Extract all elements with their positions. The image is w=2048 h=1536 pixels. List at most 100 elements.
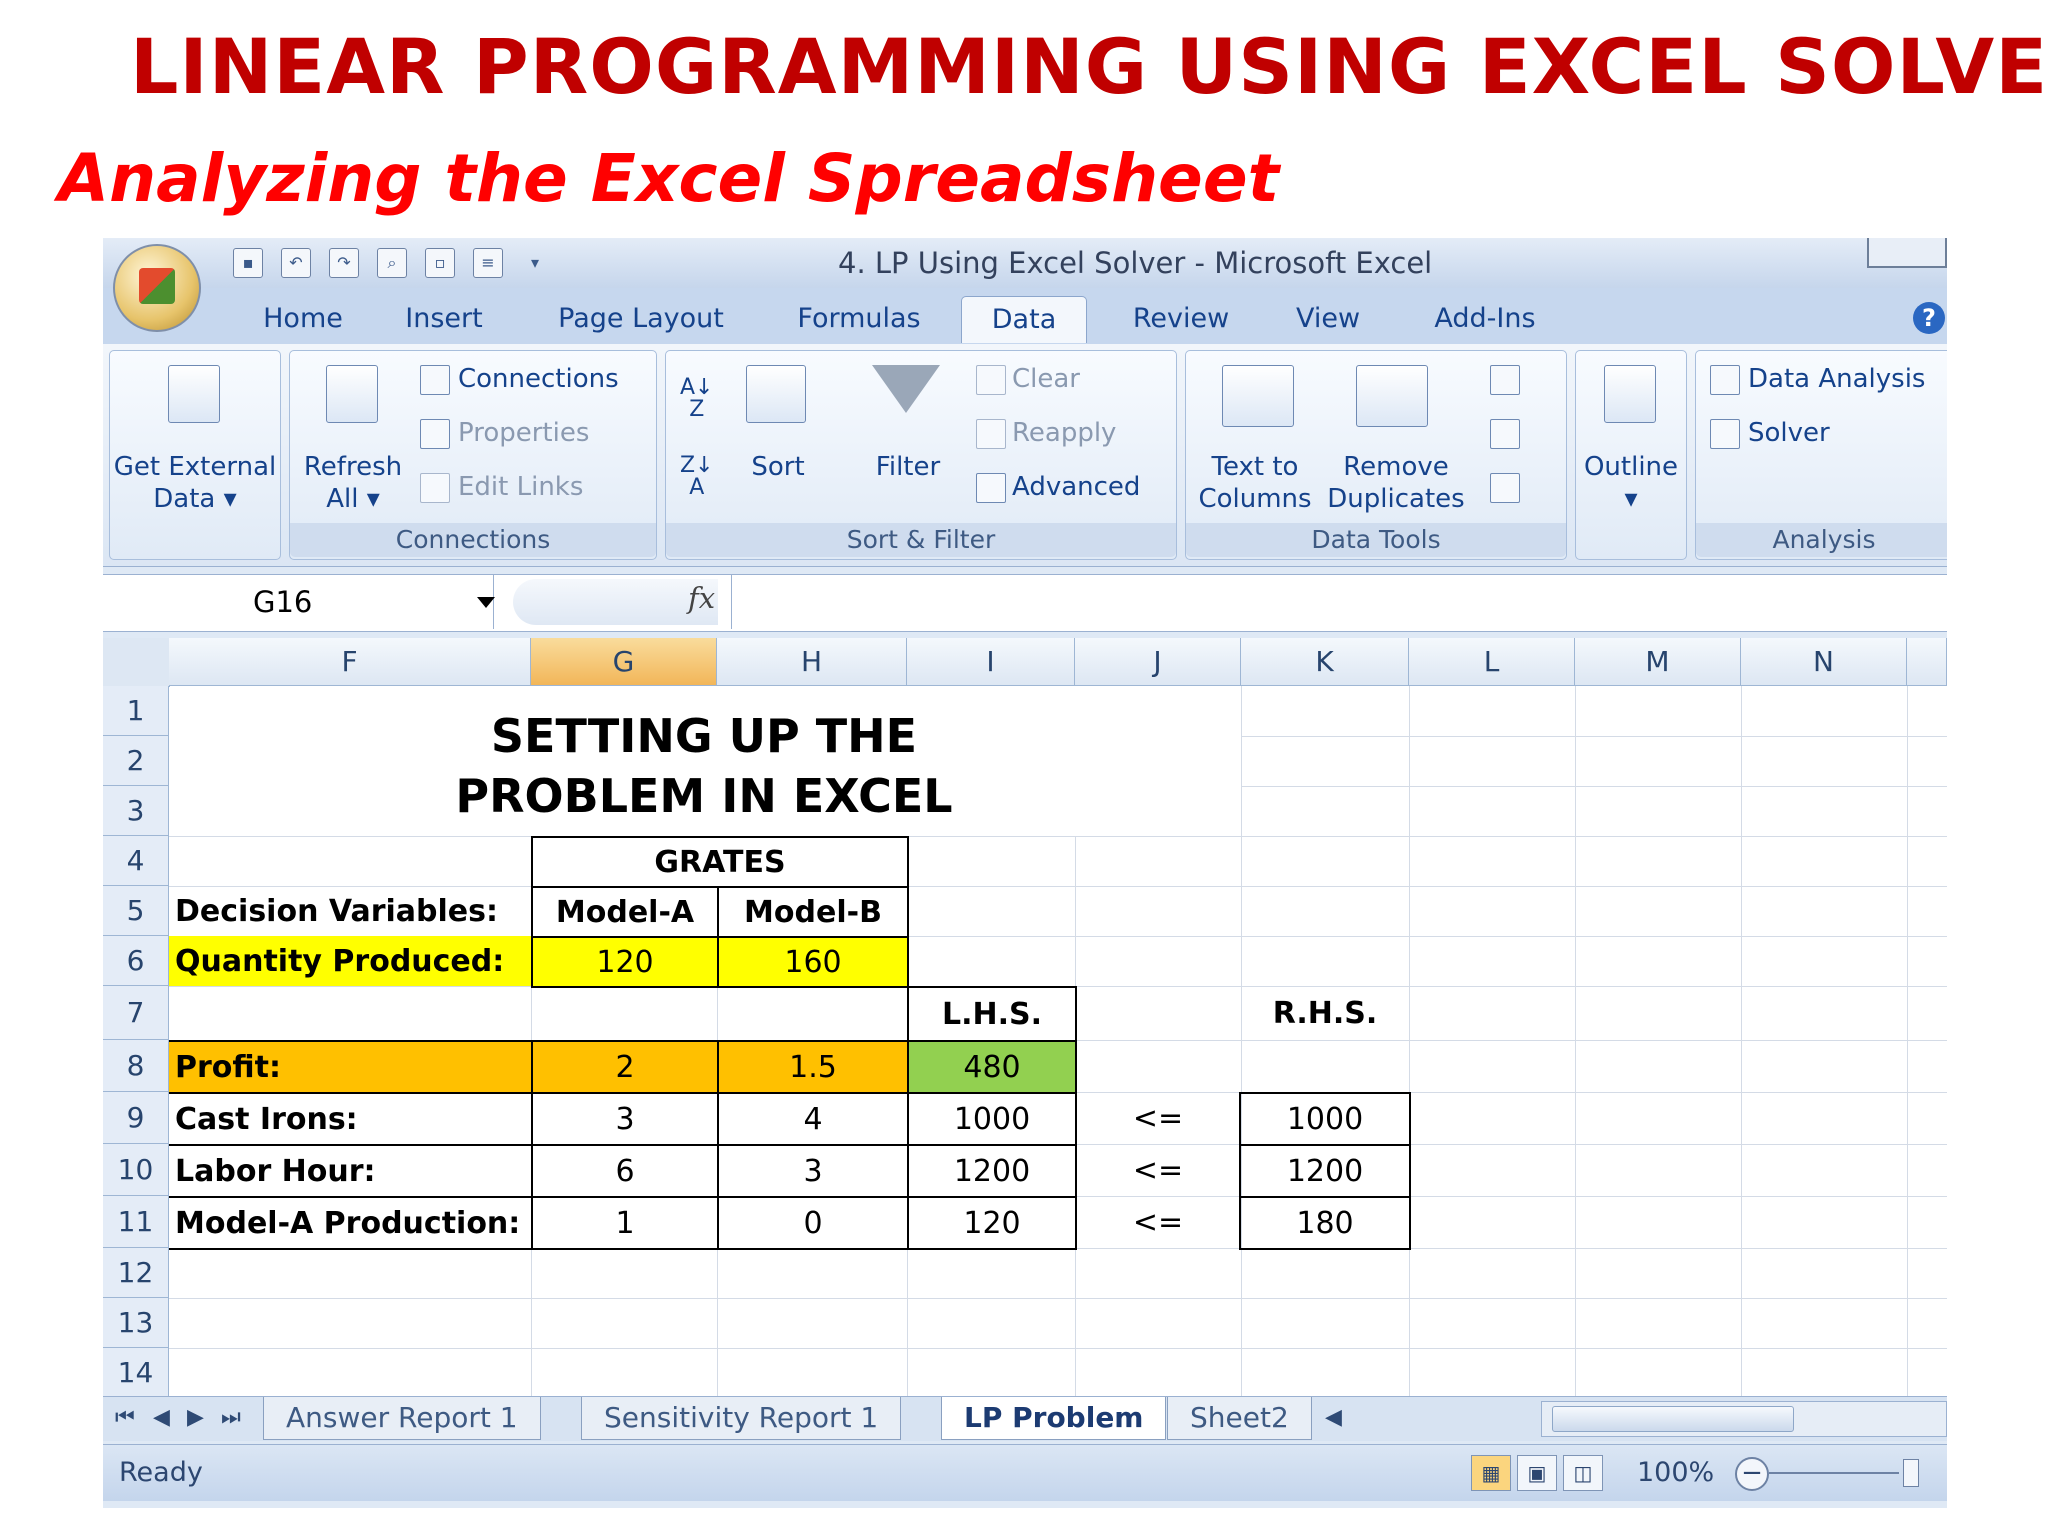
cell-i11[interactable]: 120 [907, 1196, 1077, 1250]
column-header-j[interactable]: J [1075, 638, 1241, 686]
sheet-tab-answer-report-1[interactable]: Answer Report 1 [263, 1397, 541, 1440]
horizontal-scrollbar[interactable] [1541, 1401, 1947, 1437]
redo-icon[interactable]: ↷ [329, 248, 359, 278]
page-break-view-icon[interactable]: ◫ [1563, 1455, 1603, 1491]
properties-button[interactable]: Properties [458, 417, 589, 449]
cell-i9[interactable]: 1000 [907, 1092, 1077, 1146]
tab-home[interactable]: Home [253, 296, 353, 342]
row-header-8[interactable]: 8 [103, 1040, 169, 1092]
cell-h6[interactable]: 160 [717, 936, 909, 988]
data-analysis-button[interactable]: Data Analysis [1748, 363, 1925, 395]
row-header-10[interactable]: 10 [103, 1144, 169, 1196]
tab-page-layout[interactable]: Page Layout [551, 296, 731, 342]
insert-function-icon[interactable]: fx [688, 581, 715, 615]
cell-f8[interactable]: Profit: [169, 1040, 533, 1094]
remove-duplicates-button[interactable]: Remove Duplicates [1326, 451, 1466, 515]
cell-h8[interactable]: 1.5 [717, 1040, 909, 1094]
edit-links-button[interactable]: Edit Links [458, 471, 583, 503]
name-box[interactable]: G16 [103, 575, 495, 629]
sort-button[interactable]: Sort [738, 451, 818, 483]
first-sheet-icon[interactable]: ⏮ [115, 1405, 135, 1430]
cell-g10[interactable]: 6 [531, 1144, 719, 1198]
last-sheet-icon[interactable]: ⏭ [221, 1405, 241, 1430]
cell-g11[interactable]: 1 [531, 1196, 719, 1250]
cell-h10[interactable]: 3 [717, 1144, 909, 1198]
cell-f5[interactable]: Decision Variables: [169, 886, 531, 936]
page-layout-view-icon[interactable]: ▣ [1517, 1455, 1557, 1491]
row-header-7[interactable]: 7 [103, 986, 169, 1040]
formula-input[interactable] [731, 575, 1947, 629]
tab-formulas[interactable]: Formulas [789, 296, 929, 342]
print-preview-icon[interactable]: ⌕ [377, 248, 407, 278]
sort-z-to-a-icon[interactable]: Z↓ A [680, 455, 714, 499]
reapply-button[interactable]: Reapply [1012, 417, 1116, 449]
advanced-button[interactable]: Advanced [1012, 471, 1140, 503]
select-all-corner[interactable] [103, 638, 170, 687]
scroll-left-icon[interactable]: ◀ [1325, 1405, 1342, 1430]
worksheet-grid[interactable]: F G H I J K L M N 1 2 3 4 5 6 7 8 9 10 1… [103, 638, 1947, 1398]
row-header-9[interactable]: 9 [103, 1092, 169, 1144]
row-header-3[interactable]: 3 [103, 786, 169, 836]
tab-insert[interactable]: Insert [399, 296, 489, 342]
undo-icon[interactable]: ↶ [281, 248, 311, 278]
row-header-2[interactable]: 2 [103, 736, 169, 786]
cell-i8[interactable]: 480 [907, 1040, 1077, 1094]
office-button[interactable] [113, 244, 201, 332]
row-header-14[interactable]: 14 [103, 1348, 169, 1398]
tab-view[interactable]: View [1283, 296, 1373, 342]
normal-view-icon[interactable]: ▦ [1471, 1455, 1511, 1491]
zoom-slider-track[interactable] [1769, 1472, 1899, 1474]
row-header-13[interactable]: 13 [103, 1298, 169, 1348]
new-document-icon[interactable]: ▫ [425, 248, 455, 278]
cell-h11[interactable]: 0 [717, 1196, 909, 1250]
customize-qat-icon[interactable]: ▾ [521, 249, 549, 277]
help-icon[interactable]: ? [1913, 302, 1945, 334]
column-header-k[interactable]: K [1241, 638, 1409, 686]
solver-button[interactable]: Solver [1748, 417, 1830, 449]
save-icon[interactable]: ▪ [233, 248, 263, 278]
tab-add-ins[interactable]: Add-Ins [1425, 296, 1545, 342]
cell-f9[interactable]: Cast Irons: [169, 1092, 533, 1146]
row-header-5[interactable]: 5 [103, 886, 169, 936]
spelling-icon[interactable]: ≡ [473, 248, 503, 278]
zoom-slider-thumb[interactable] [1903, 1459, 1919, 1487]
minimize-button[interactable] [1867, 238, 1947, 268]
refresh-all-button[interactable]: Refresh All ▾ [298, 451, 408, 515]
horizontal-scroll-thumb[interactable] [1552, 1406, 1794, 1432]
sheet-tab-sheet2[interactable]: Sheet2 [1167, 1397, 1312, 1440]
text-to-columns-button[interactable]: Text to Columns [1190, 451, 1320, 515]
column-header-l[interactable]: L [1409, 638, 1575, 686]
column-header-i[interactable]: I [907, 638, 1075, 686]
cell-f10[interactable]: Labor Hour: [169, 1144, 533, 1198]
sheet-tab-lp-problem[interactable]: LP Problem [941, 1397, 1167, 1440]
cell-g9[interactable]: 3 [531, 1092, 719, 1146]
column-header-h[interactable]: H [717, 638, 907, 686]
cell-g4-grates[interactable]: GRATES [531, 836, 909, 888]
zoom-level[interactable]: 100% [1637, 1457, 1714, 1488]
zoom-out-icon[interactable]: − [1735, 1457, 1769, 1491]
cell-j10[interactable]: <= [1075, 1144, 1241, 1196]
cell-k7[interactable]: R.H.S. [1241, 986, 1409, 1040]
cell-i10[interactable]: 1200 [907, 1144, 1077, 1198]
consolidate-icon[interactable] [1490, 419, 1520, 449]
clear-button[interactable]: Clear [1012, 363, 1080, 395]
row-header-1[interactable]: 1 [103, 686, 169, 736]
row-header-6[interactable]: 6 [103, 936, 169, 986]
data-validation-icon[interactable] [1490, 365, 1520, 395]
next-sheet-icon[interactable]: ▶ [187, 1405, 204, 1430]
cell-k10[interactable]: 1200 [1239, 1144, 1411, 1198]
column-header-m[interactable]: M [1575, 638, 1741, 686]
row-header-4[interactable]: 4 [103, 836, 169, 886]
connections-button[interactable]: Connections [458, 363, 619, 395]
tab-review[interactable]: Review [1121, 296, 1241, 342]
cell-i7[interactable]: L.H.S. [907, 986, 1077, 1042]
name-box-dropdown-icon[interactable] [477, 597, 495, 608]
row-header-11[interactable]: 11 [103, 1196, 169, 1248]
cell-f11[interactable]: Model-A Production: [169, 1196, 533, 1250]
cell-h5[interactable]: Model-B [717, 886, 909, 938]
column-header-g[interactable]: G [531, 638, 717, 686]
sheet-tab-sensitivity-report-1[interactable]: Sensitivity Report 1 [581, 1397, 902, 1440]
tab-data[interactable]: Data [961, 296, 1087, 343]
outline-button[interactable]: Outline ▾ [1576, 451, 1686, 515]
filter-button[interactable]: Filter [858, 451, 958, 483]
